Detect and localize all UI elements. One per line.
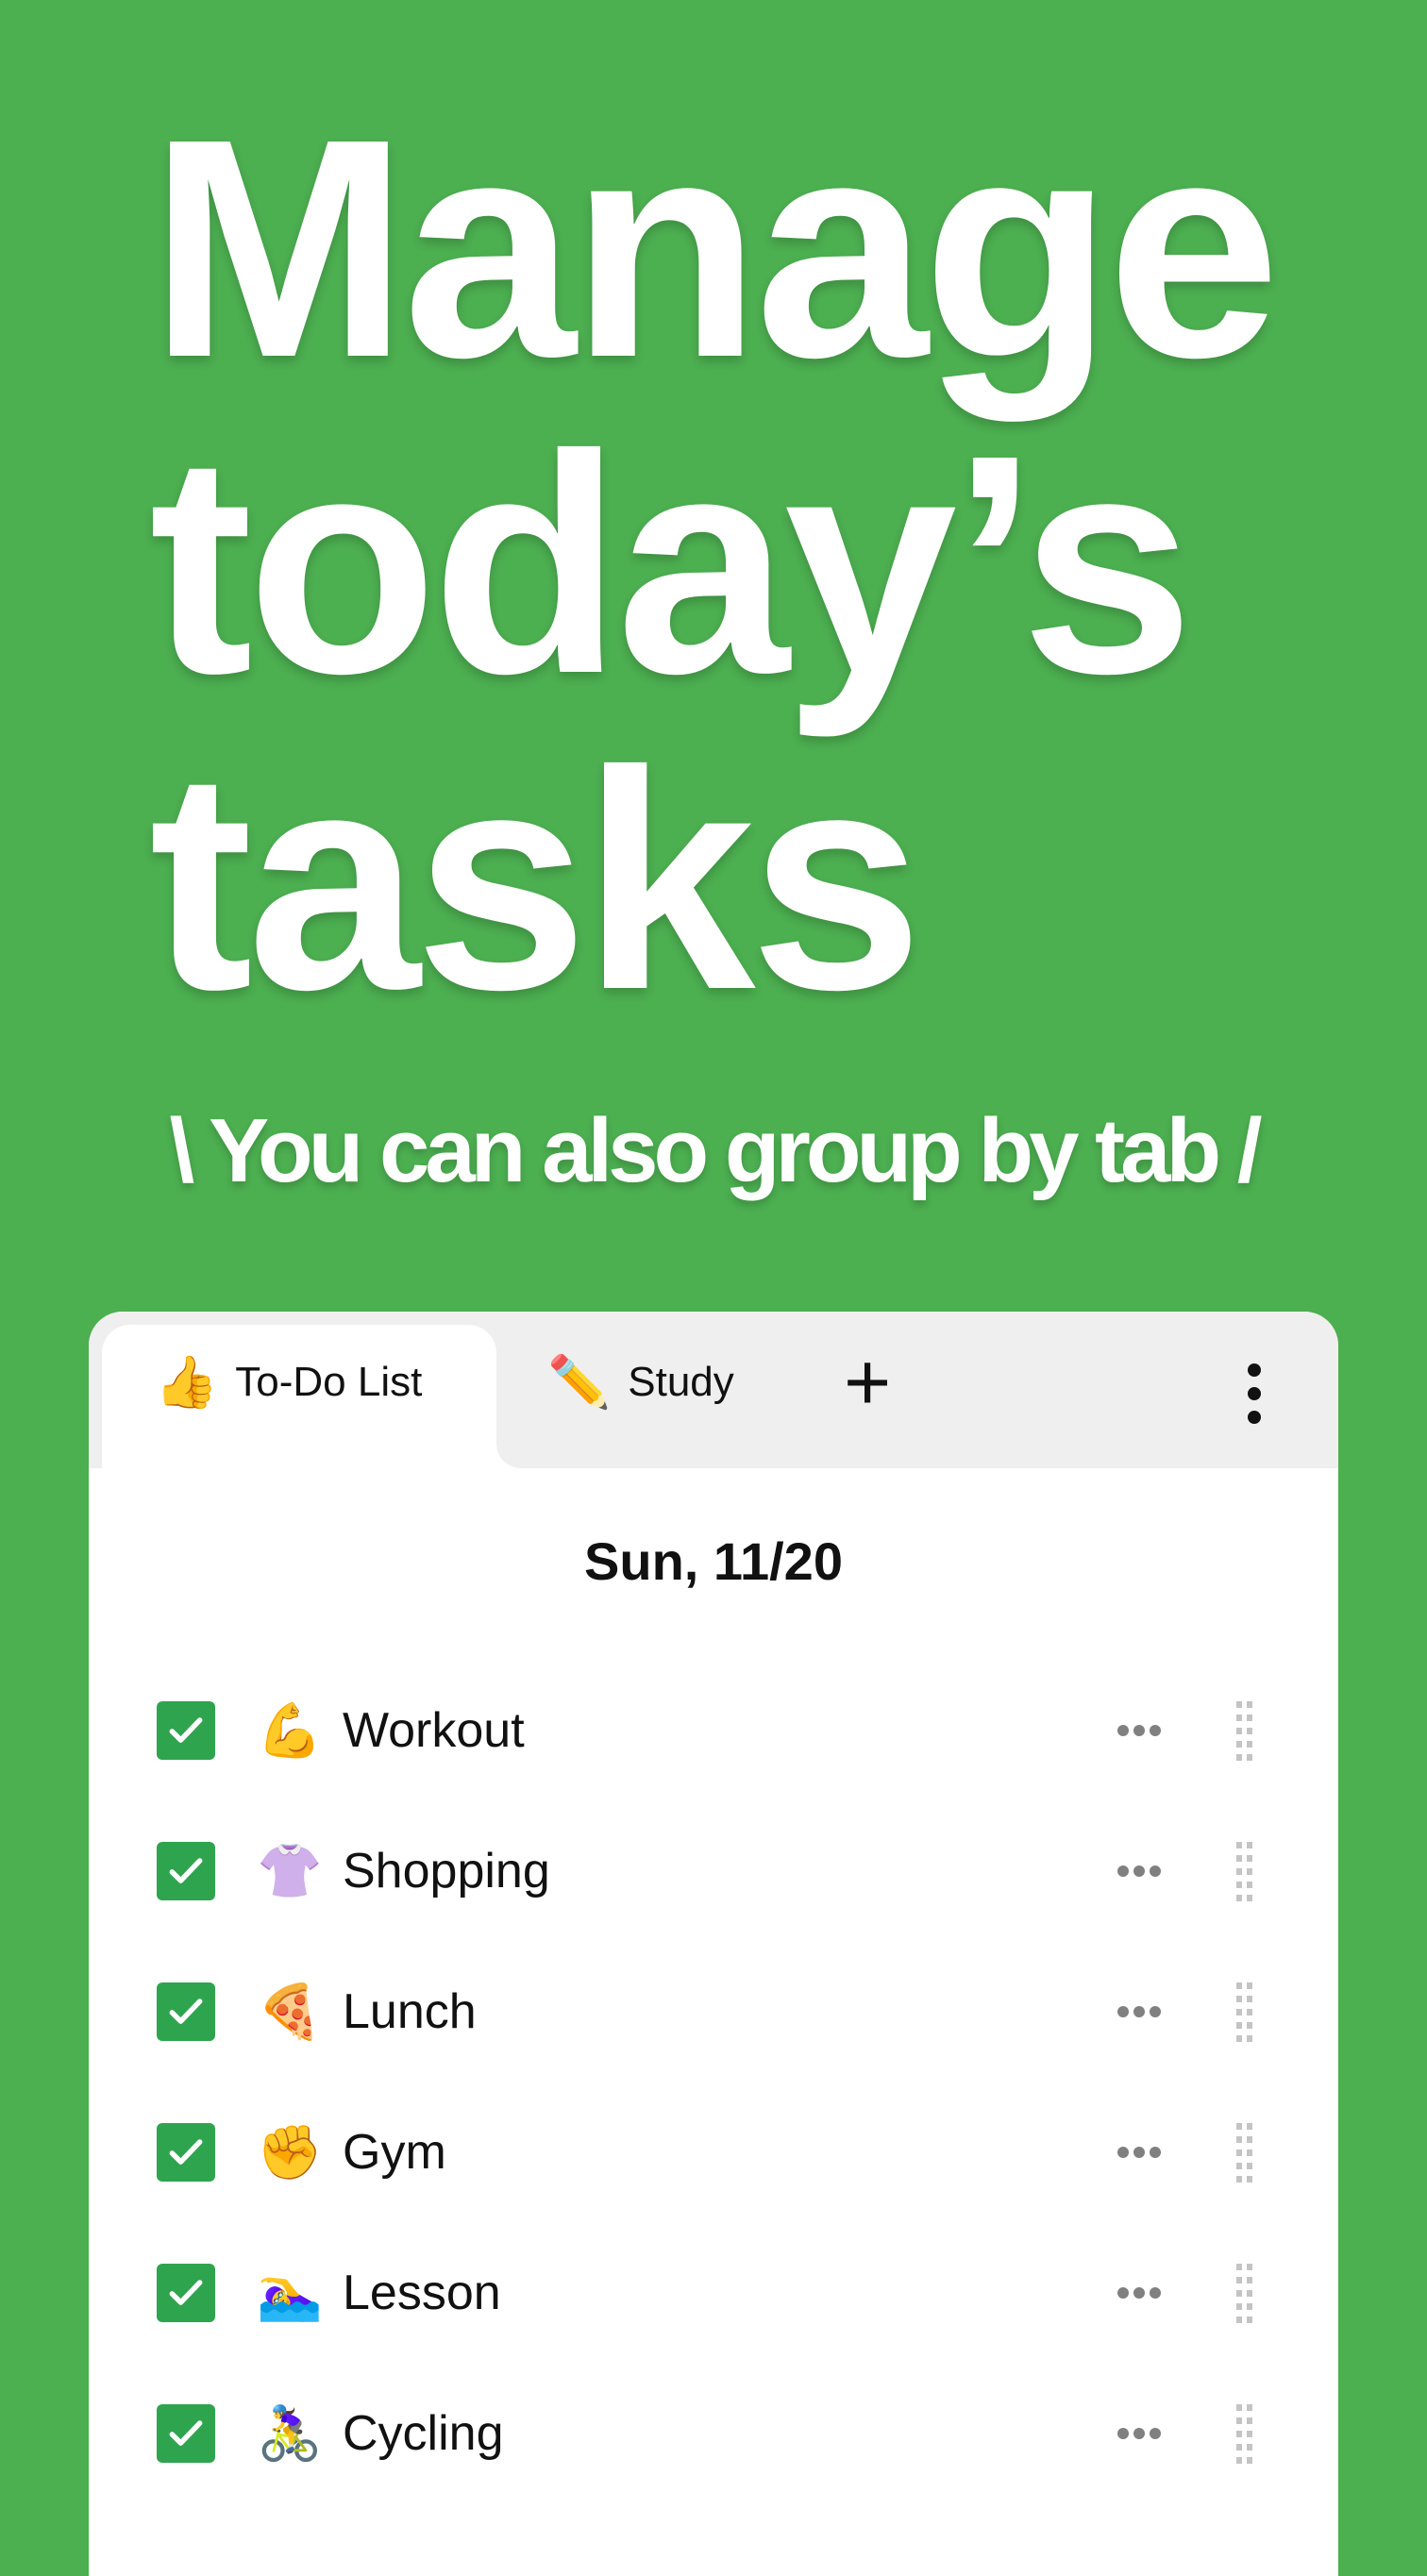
drag-handle-icon[interactable] [1236, 1841, 1252, 1901]
subtitle: \ You can also group by tab / [169, 1100, 1263, 1201]
tab-label: To-Do List [235, 1359, 423, 1405]
ellipsis-icon[interactable] [1117, 1865, 1161, 1877]
task-label[interactable]: Cycling [343, 2405, 504, 2462]
task-emoji-icon: 👚 [257, 1841, 323, 1900]
date-heading: Sun, 11/20 [584, 1531, 843, 1591]
task-emoji-icon: 🚴‍♀️ [257, 2403, 323, 2463]
checkmark-icon [169, 2280, 203, 2305]
ellipsis-icon[interactable] [1117, 2428, 1161, 2439]
checkmark-icon [169, 1999, 203, 2024]
drag-handle-icon[interactable] [1236, 1982, 1252, 2042]
add-tab-button[interactable]: + [844, 1342, 891, 1423]
task-label[interactable]: Workout [343, 1702, 525, 1759]
task-checkbox[interactable] [157, 2264, 215, 2322]
task-row: 👚 Shopping [89, 1824, 1338, 1918]
tab-todo-list[interactable]: 👍 To-Do List [155, 1349, 422, 1415]
pencil-icon: ✏️ [547, 1353, 612, 1411]
drag-handle-icon[interactable] [1236, 1700, 1252, 1761]
ellipsis-icon[interactable] [1117, 2287, 1161, 2299]
task-emoji-icon: ✊ [257, 2122, 323, 2182]
task-emoji-icon: 🏊‍♀️ [257, 2263, 323, 2322]
task-emoji-icon: 🍕 [257, 1982, 323, 2041]
ellipsis-icon[interactable] [1117, 2006, 1161, 2017]
task-checkbox[interactable] [157, 1982, 215, 2041]
headline-line: tasks [149, 706, 923, 1054]
tab-label: Study [628, 1359, 734, 1405]
ellipsis-icon[interactable] [1117, 2147, 1161, 2158]
checkmark-icon [169, 2139, 203, 2165]
ellipsis-icon[interactable] [1117, 1725, 1161, 1736]
task-checkbox[interactable] [157, 1842, 215, 1900]
drag-handle-icon[interactable] [1236, 2403, 1252, 2464]
task-row: 💪 Workout [89, 1683, 1338, 1778]
task-label[interactable]: Gym [343, 2124, 446, 2181]
task-row: 🏊‍♀️ Lesson [89, 2246, 1338, 2340]
task-checkbox[interactable] [157, 2123, 215, 2182]
checkmark-icon [169, 2420, 203, 2446]
checkmark-icon [169, 1858, 203, 1883]
kebab-menu-icon[interactable] [1245, 1363, 1264, 1424]
task-emoji-icon: 💪 [257, 1700, 323, 1760]
tab-study[interactable]: ✏️ Study [547, 1349, 734, 1415]
task-checkbox[interactable] [157, 1701, 215, 1760]
thumbs-up-icon: 👍 [155, 1353, 219, 1411]
task-row: 🍕 Lunch [89, 1965, 1338, 2059]
headline-line: Manage [149, 74, 1281, 422]
task-row: 🚴‍♀️ Cycling [89, 2386, 1338, 2481]
task-label[interactable]: Lesson [343, 2265, 501, 2321]
task-label[interactable]: Shopping [343, 1843, 550, 1899]
task-checkbox[interactable] [157, 2404, 215, 2463]
task-row: ✊ Gym [89, 2105, 1338, 2200]
headline-line: today’s [149, 390, 1194, 738]
drag-handle-icon[interactable] [1236, 2122, 1252, 2183]
tab-bar: 👍 To-Do List ✏️ Study + [89, 1312, 1338, 1468]
task-label[interactable]: Lunch [343, 1983, 477, 2040]
drag-handle-icon[interactable] [1236, 2263, 1252, 2323]
tab-corner [496, 1444, 521, 1468]
app-card: 👍 To-Do List ✏️ Study + Sun, 11/20 💪 Wor… [89, 1312, 1338, 2576]
headline: Manage today’s tasks [149, 74, 1281, 1054]
checkmark-icon [169, 1717, 203, 1743]
